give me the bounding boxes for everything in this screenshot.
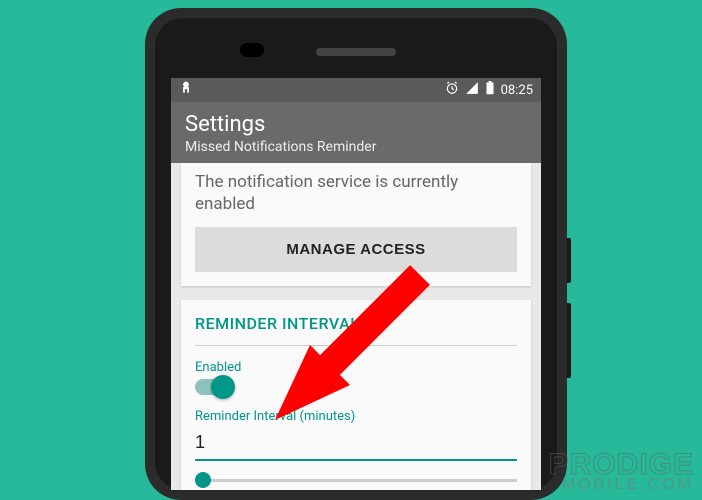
reminder-interval-card: REMINDER INTERVAL Enabled Reminder Inter… [181, 300, 531, 490]
page-title: Settings [185, 112, 527, 137]
interval-label: Reminder Interval (minutes) [195, 409, 517, 424]
phone-power-button [567, 238, 571, 283]
interval-slider[interactable] [195, 479, 517, 482]
status-bar: 08:25 [171, 78, 541, 102]
battery-icon [485, 81, 495, 99]
app-notification-icon [179, 81, 193, 99]
alarm-icon [445, 81, 459, 99]
content-area: The notification service is currently en… [171, 163, 541, 490]
clock-text: 08:25 [501, 83, 533, 98]
watermark: PRODIGE MOBILE.COM [549, 451, 694, 492]
screen: 08:25 Settings Missed Notifications Remi… [171, 78, 541, 490]
service-status-card: The notification service is currently en… [181, 163, 531, 286]
signal-icon [465, 81, 479, 99]
phone-volume-button [567, 303, 571, 378]
watermark-line1: PRODIGE [549, 451, 694, 478]
enabled-label: Enabled [195, 360, 517, 375]
section-title-reminder-interval: REMINDER INTERVAL [195, 300, 517, 341]
phone-bezel: 08:25 Settings Missed Notifications Remi… [155, 18, 557, 490]
watermark-line2: MOBILE.COM [549, 478, 694, 492]
enabled-toggle[interactable] [195, 379, 233, 395]
slider-thumb[interactable] [195, 472, 211, 488]
page-subtitle: Missed Notifications Reminder [185, 139, 527, 155]
toggle-thumb [211, 375, 235, 399]
front-camera [240, 43, 264, 57]
divider [195, 345, 517, 346]
interval-input[interactable] [195, 428, 517, 461]
app-bar: Settings Missed Notifications Reminder [171, 102, 541, 163]
service-status-text: The notification service is currently en… [195, 163, 517, 227]
phone-frame: 08:25 Settings Missed Notifications Remi… [145, 8, 567, 500]
manage-access-button[interactable]: MANAGE ACCESS [195, 227, 517, 272]
earpiece-speaker [316, 48, 396, 56]
